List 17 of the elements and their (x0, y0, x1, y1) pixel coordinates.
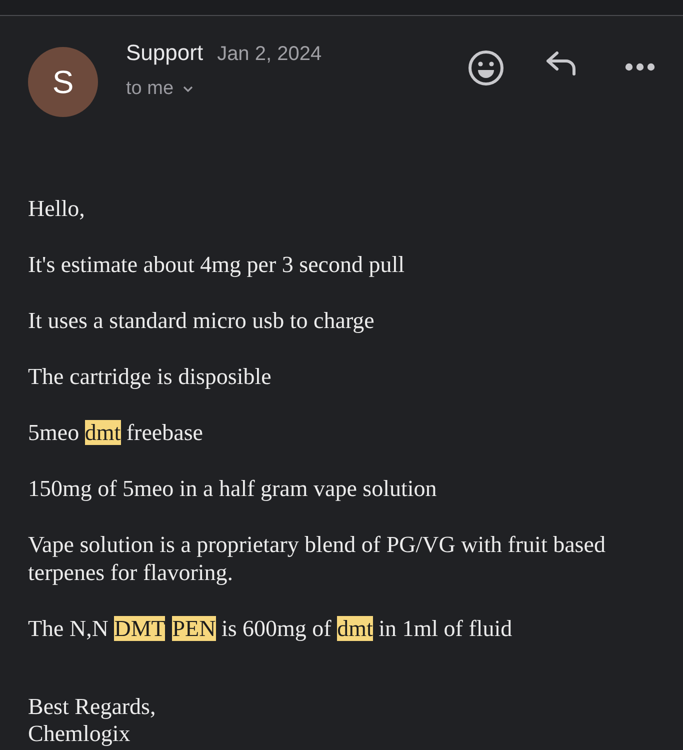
body-paragraph: Vape solution is a proprietary blend of PG/VG with fruit based terpenes for flavoring. (28, 531, 606, 587)
body-paragraph: 150mg of 5meo in a half gram vape solution (28, 475, 438, 503)
emoji-icon[interactable] (467, 49, 505, 87)
body-paragraph: The N,N DMT PEN is 600mg of dmt in 1ml of fluid (28, 615, 514, 643)
signature-line: Best Regards, (28, 693, 157, 720)
body-paragraph: It uses a standard micro usb to charge (28, 307, 376, 335)
body-paragraph: Hello, (28, 195, 86, 223)
sender-name: Support (126, 40, 204, 66)
body-paragraph: 5meo dmt freebase (28, 419, 204, 447)
sender-avatar: S (28, 47, 98, 117)
chevron-down-icon (182, 85, 194, 93)
more-icon[interactable] (625, 62, 655, 72)
body-paragraph: The cartridge is disposible (28, 363, 272, 391)
recipient-toggle[interactable]: to me (126, 78, 194, 100)
body-paragraph: It's estimate about 4mg per 3 second pull (28, 251, 406, 279)
signature-line: Chemlogix (28, 720, 132, 747)
email-date: Jan 2, 2024 (217, 43, 322, 66)
